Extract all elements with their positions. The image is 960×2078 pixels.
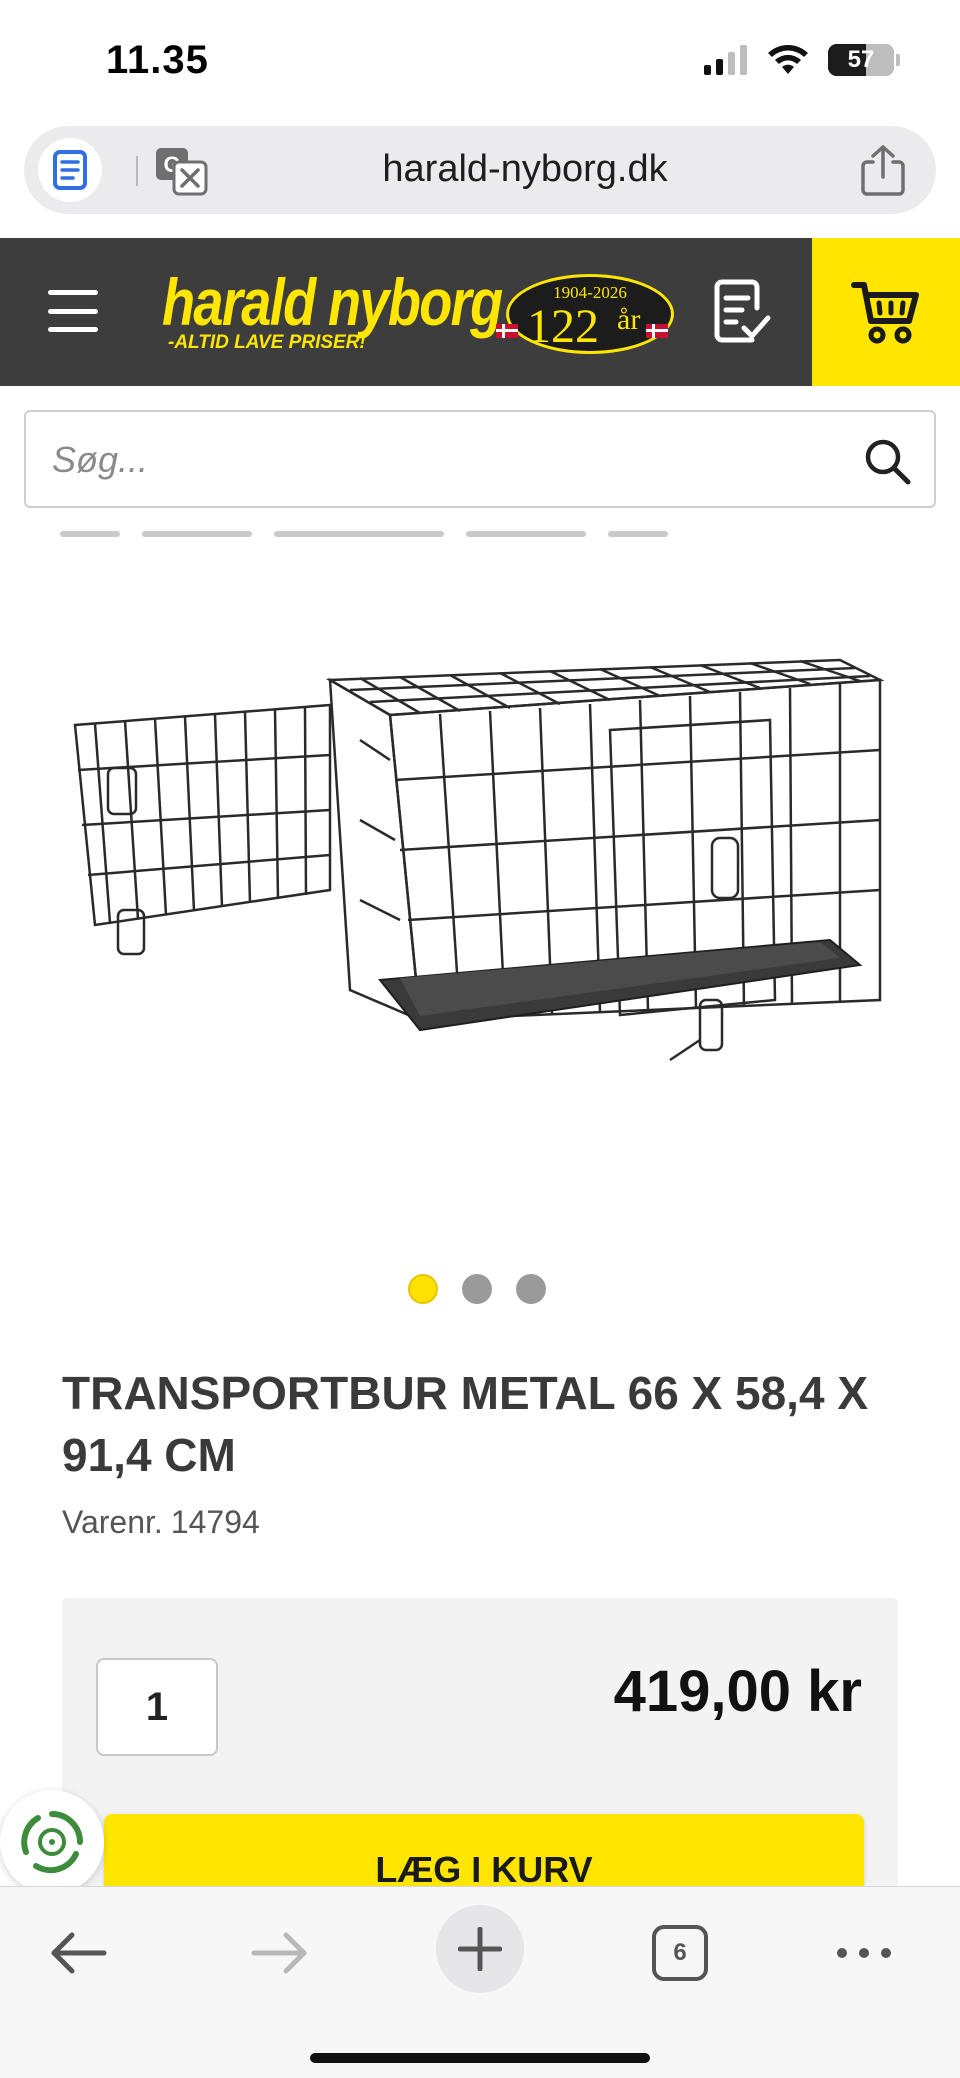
status-time: 11.35 (106, 38, 209, 82)
site-header: harald nyborg -ALTID LAVE PRISER! 1904-2… (0, 238, 960, 386)
danish-flag-icon (646, 324, 668, 338)
tabs-icon: 6 (652, 1925, 708, 1981)
search-box[interactable] (24, 410, 936, 508)
carousel-dot-3[interactable] (516, 1274, 546, 1304)
recycle-icon (21, 1811, 83, 1874)
shopping-list-icon[interactable] (712, 278, 774, 346)
back-arrow-icon (51, 1932, 107, 1974)
more-button[interactable] (824, 1913, 904, 1993)
danish-flag-icon (496, 324, 518, 338)
brand-logo[interactable]: harald nyborg -ALTID LAVE PRISER! 1904-2… (162, 265, 682, 358)
sku-value: 14794 (170, 1504, 260, 1540)
recycle-widget-button[interactable] (0, 1790, 104, 1894)
battery-icon: 57 (828, 44, 894, 76)
carousel-dots (408, 1274, 546, 1304)
badge-unit: år (617, 303, 641, 336)
carousel-dot-2[interactable] (462, 1274, 492, 1304)
battery-tip (896, 54, 900, 66)
cart-button[interactable] (812, 238, 960, 386)
quantity-input[interactable] (96, 1658, 218, 1756)
new-tab-button[interactable] (436, 1905, 524, 1993)
cart-icon (851, 282, 919, 344)
scrolled-breadcrumb (60, 524, 780, 540)
url-text[interactable]: harald-nyborg.dk (224, 148, 826, 191)
battery-level: 57 (847, 46, 875, 73)
anniversary-badge: 1904-2026 122 år (506, 274, 674, 354)
status-bar: 11.35 57 (0, 0, 960, 120)
more-icon (837, 1948, 891, 1958)
status-icons: 57 (704, 44, 900, 76)
share-icon[interactable] (858, 144, 908, 196)
cellular-signal-icon (704, 45, 747, 75)
address-bar-divider (136, 156, 138, 186)
wifi-icon (768, 45, 808, 74)
product-title: TRANSPORTBUR METAL 66 X 58,4 X 91,4 CM (62, 1367, 869, 1481)
forward-arrow-icon (251, 1932, 307, 1974)
logo-tagline: -ALTID LAVE PRISER! (168, 332, 366, 353)
home-indicator (310, 2053, 650, 2063)
product-image[interactable] (60, 620, 900, 1140)
product-price: 419,00 kr (613, 1659, 862, 1724)
tab-count: 6 (673, 1939, 687, 1966)
sku-label: Varenr. (62, 1504, 163, 1540)
logo-wordmark: harald nyborg (162, 265, 503, 339)
forward-button[interactable] (240, 1913, 320, 1993)
reader-mode-button[interactable] (38, 138, 102, 202)
badge-number: 122 (527, 300, 599, 353)
carousel-dot-1[interactable] (408, 1274, 438, 1304)
hamburger-menu-icon[interactable] (48, 290, 98, 332)
buy-panel: 419,00 kr LÆG I KURV (62, 1598, 898, 1904)
search-input[interactable] (52, 436, 832, 484)
back-button[interactable] (38, 1913, 118, 1993)
search-icon[interactable] (862, 436, 912, 486)
plus-icon (458, 1927, 502, 1971)
translate-icon[interactable]: G (154, 146, 208, 196)
tabs-button[interactable]: 6 (640, 1913, 720, 1993)
product-sku: Varenr. 14794 (62, 1504, 260, 1541)
address-bar[interactable]: G harald-nyborg.dk (24, 126, 936, 214)
reader-icon (53, 150, 87, 190)
browser-toolbar: 6 (0, 1886, 960, 2078)
